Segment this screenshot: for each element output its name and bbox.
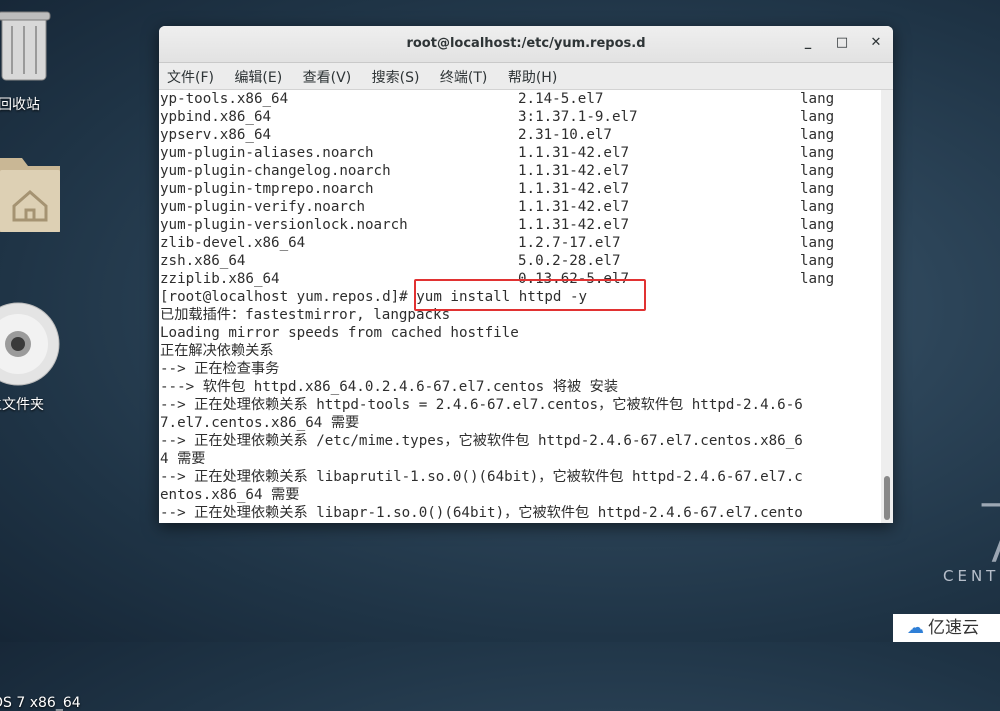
output-line: --> 正在处理依赖关系 libapr-1.so.0()(64bit)，它被软件… [160, 505, 803, 521]
menu-terminal[interactable]: 终端(T) [432, 63, 495, 87]
terminal-window: root@localhost:/etc/yum.repos.d _ □ ✕ 文件… [159, 26, 893, 523]
package-name: yum-plugin-changelog.noarch [160, 163, 391, 179]
package-row: yum-plugin-verify.noarch 1.1.31-42.el7 lan… [159, 198, 881, 216]
output-line: --> 正在处理依赖关系 /etc/mime.types，它被软件包 httpd… [160, 433, 803, 449]
package-version: 1.1.31-42.el7 [518, 181, 630, 197]
package-version: 1.2.7-17.el7 [518, 235, 621, 251]
menu-file[interactable]: 文件(F) [159, 63, 222, 87]
package-repo: lang [800, 271, 835, 287]
cloud-icon: ☁ [907, 618, 924, 638]
output-line: ---> 软件包 httpd.x86_64.0.2.4.6-67.el7.cen… [160, 379, 619, 395]
output-line: entos.x86_64 需要 [160, 487, 300, 503]
package-repo: lang [800, 91, 835, 107]
maximize-button[interactable]: □ [833, 34, 851, 52]
package-row: ypserv.x86_64 2.31-10.el7 lang [159, 126, 881, 144]
watermark: ☁ 亿速云 [893, 614, 1000, 642]
package-repo: lang [800, 145, 835, 161]
close-button[interactable]: ✕ [867, 34, 885, 52]
menu-help[interactable]: 帮助(H) [500, 63, 565, 87]
desktop-icon-home-folder[interactable]: 主文件夹 [0, 150, 80, 413]
window-title: root@localhost:/etc/yum.repos.d [406, 36, 646, 51]
output-line: --> 正在检查事务 [160, 361, 280, 377]
output-line: --> 正在处理依赖关系 libaprutil-1.so.0()(64bit)，… [160, 469, 803, 485]
package-version: 3:1.37.1-9.el7 [518, 109, 638, 125]
package-row: ypbind.x86_64 3:1.37.1-9.el7 lang [159, 108, 881, 126]
watermark-text: 亿速云 [928, 618, 979, 638]
centos-wordmark: CENT [943, 567, 1000, 585]
desktop-icon-trash[interactable]: 回收站 [0, 0, 80, 115]
desktop-icon-dvd[interactable]: OS 7 x86_64 [0, 300, 81, 711]
menu-view[interactable]: 查看(V) [295, 63, 360, 87]
package-row: zsh.x86_64 5.0.2-28.el7 lang [159, 252, 881, 270]
package-repo: lang [800, 199, 835, 215]
package-version: 2.31-10.el7 [518, 127, 612, 143]
output-line: 正在解决依赖关系 [160, 343, 274, 359]
package-row: zlib-devel.x86_64 1.2.7-17.el7 lang [159, 234, 881, 252]
package-repo: lang [800, 181, 835, 197]
package-name: yum-plugin-verify.noarch [160, 199, 365, 215]
package-row: yp-tools.x86_64 2.14-5.el7 lang [159, 90, 881, 108]
package-name: yum-plugin-versionlock.noarch [160, 217, 408, 233]
output-line: 7.el7.centos.x86_64 需要 [160, 415, 360, 431]
package-version: 1.1.31-42.el7 [518, 217, 630, 233]
package-row: yum-plugin-versionlock.noarch 1.1.31-42.e… [159, 216, 881, 234]
package-repo: lang [800, 235, 835, 251]
folder-icon [0, 158, 60, 232]
menu-search[interactable]: 搜索(S) [364, 63, 428, 87]
package-name: zsh.x86_64 [160, 253, 246, 269]
package-row: yum-plugin-changelog.noarch 1.1.31-42.el7… [159, 162, 881, 180]
package-version: 1.1.31-42.el7 [518, 145, 630, 161]
package-row: yum-plugin-tmprepo.noarch 1.1.31-42.el7 la… [159, 180, 881, 198]
package-repo: lang [800, 163, 835, 179]
package-repo: lang [800, 253, 835, 269]
package-repo: lang [800, 109, 835, 125]
dvd-label: OS 7 x86_64 [0, 695, 81, 711]
package-name: yum-plugin-aliases.noarch [160, 145, 374, 161]
package-name: zlib-devel.x86_64 [160, 235, 306, 251]
package-version: 5.0.2-28.el7 [518, 253, 621, 269]
output-line: 4 需要 [160, 451, 206, 467]
trash-label: 回收站 [0, 97, 40, 113]
package-name: ypserv.x86_64 [160, 127, 272, 143]
trash-icon [0, 11, 51, 81]
package-version: 1.1.31-42.el7 [518, 199, 630, 215]
minimize-button[interactable]: _ [799, 34, 817, 52]
title-bar[interactable]: root@localhost:/etc/yum.repos.d _ □ ✕ [159, 26, 893, 63]
package-repo: lang [800, 217, 835, 233]
package-name: ypbind.x86_64 [160, 109, 272, 125]
menu-edit[interactable]: 编辑(E) [226, 63, 290, 87]
output-line: --> 正在处理依赖关系 httpd-tools = 2.4.6-67.el7.… [160, 397, 803, 413]
package-row: yum-plugin-aliases.noarch 1.1.31-42.el7 la… [159, 144, 881, 162]
package-name: yp-tools.x86_64 [160, 91, 289, 107]
scrollbar-thumb[interactable] [884, 476, 890, 520]
package-version: 2.14-5.el7 [518, 91, 604, 107]
package-name: yum-plugin-tmprepo.noarch [160, 181, 374, 197]
highlight-box [414, 279, 646, 311]
menu-bar: 文件(F) 编辑(E) 查看(V) 搜索(S) 终端(T) 帮助(H) [159, 63, 893, 90]
package-repo: lang [800, 127, 835, 143]
package-version: 1.1.31-42.el7 [518, 163, 630, 179]
output-line: Loading mirror speeds from cached hostfi… [160, 325, 519, 341]
disc-icon [0, 302, 60, 386]
terminal-scrollbar[interactable] [881, 90, 893, 523]
